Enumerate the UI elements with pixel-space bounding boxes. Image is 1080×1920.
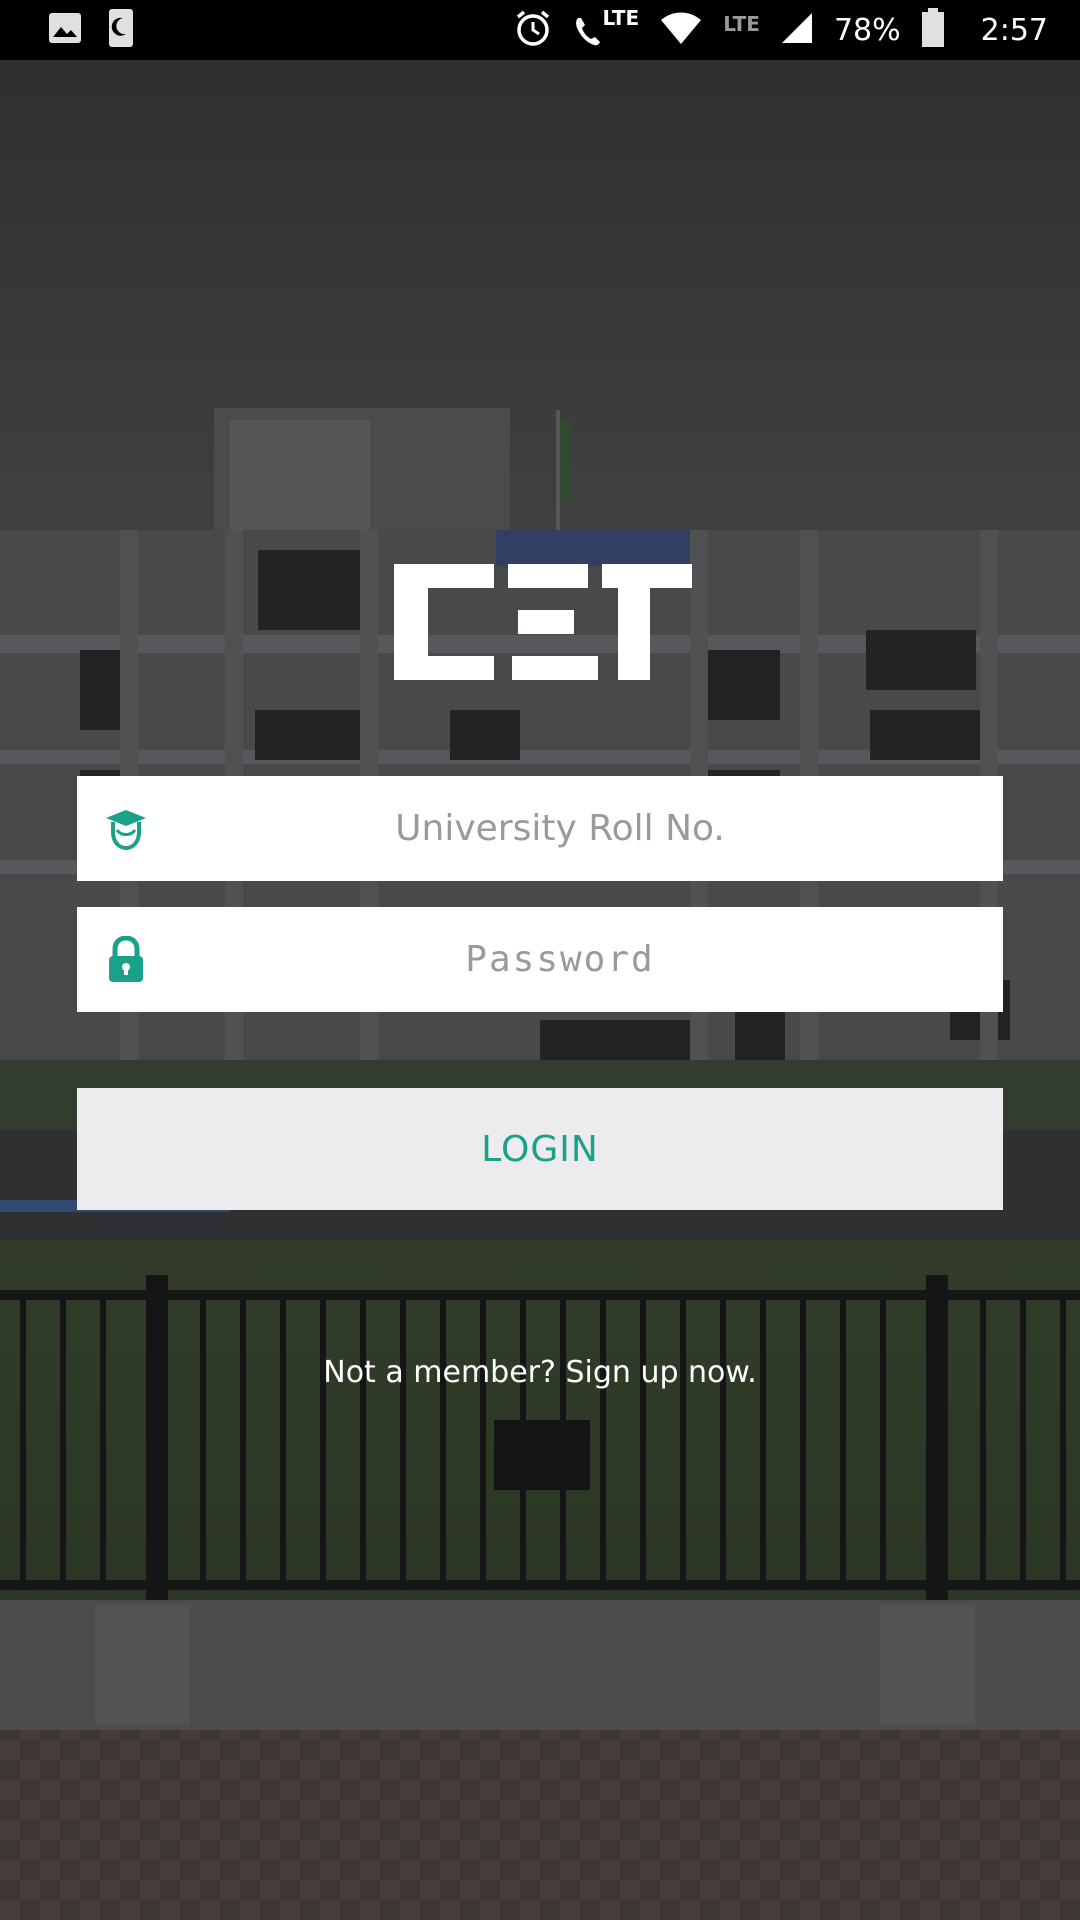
- login-button[interactable]: LOGIN: [77, 1088, 1003, 1210]
- lte-secondary-label: LTE: [723, 12, 760, 36]
- wifi-icon: [659, 10, 703, 50]
- signal-icon: [780, 11, 814, 49]
- roll-number-placeholder: University Roll No.: [395, 808, 725, 849]
- alarm-icon: [514, 9, 552, 51]
- cet-logo: [394, 564, 694, 682]
- call-icon: LTE: [572, 6, 639, 48]
- lte-label: LTE: [602, 6, 640, 30]
- moon-icon: [108, 8, 134, 52]
- clock: 2:57: [980, 12, 1048, 48]
- image-icon: [48, 12, 82, 48]
- graduate-icon: [99, 802, 153, 856]
- signup-link[interactable]: Not a member? Sign up now.: [0, 1355, 1080, 1390]
- battery-percent: 78%: [833, 12, 901, 48]
- status-bar: LTE LTE 78% 2:57: [0, 0, 1080, 60]
- password-field[interactable]: Password: [77, 907, 1003, 1012]
- password-placeholder: Password: [465, 939, 655, 980]
- battery-icon: [921, 8, 945, 52]
- lock-icon: [99, 933, 153, 987]
- login-screen: LTE LTE 78% 2:57 University Roll No. Pas…: [0, 0, 1080, 1920]
- roll-number-field[interactable]: University Roll No.: [77, 776, 1003, 881]
